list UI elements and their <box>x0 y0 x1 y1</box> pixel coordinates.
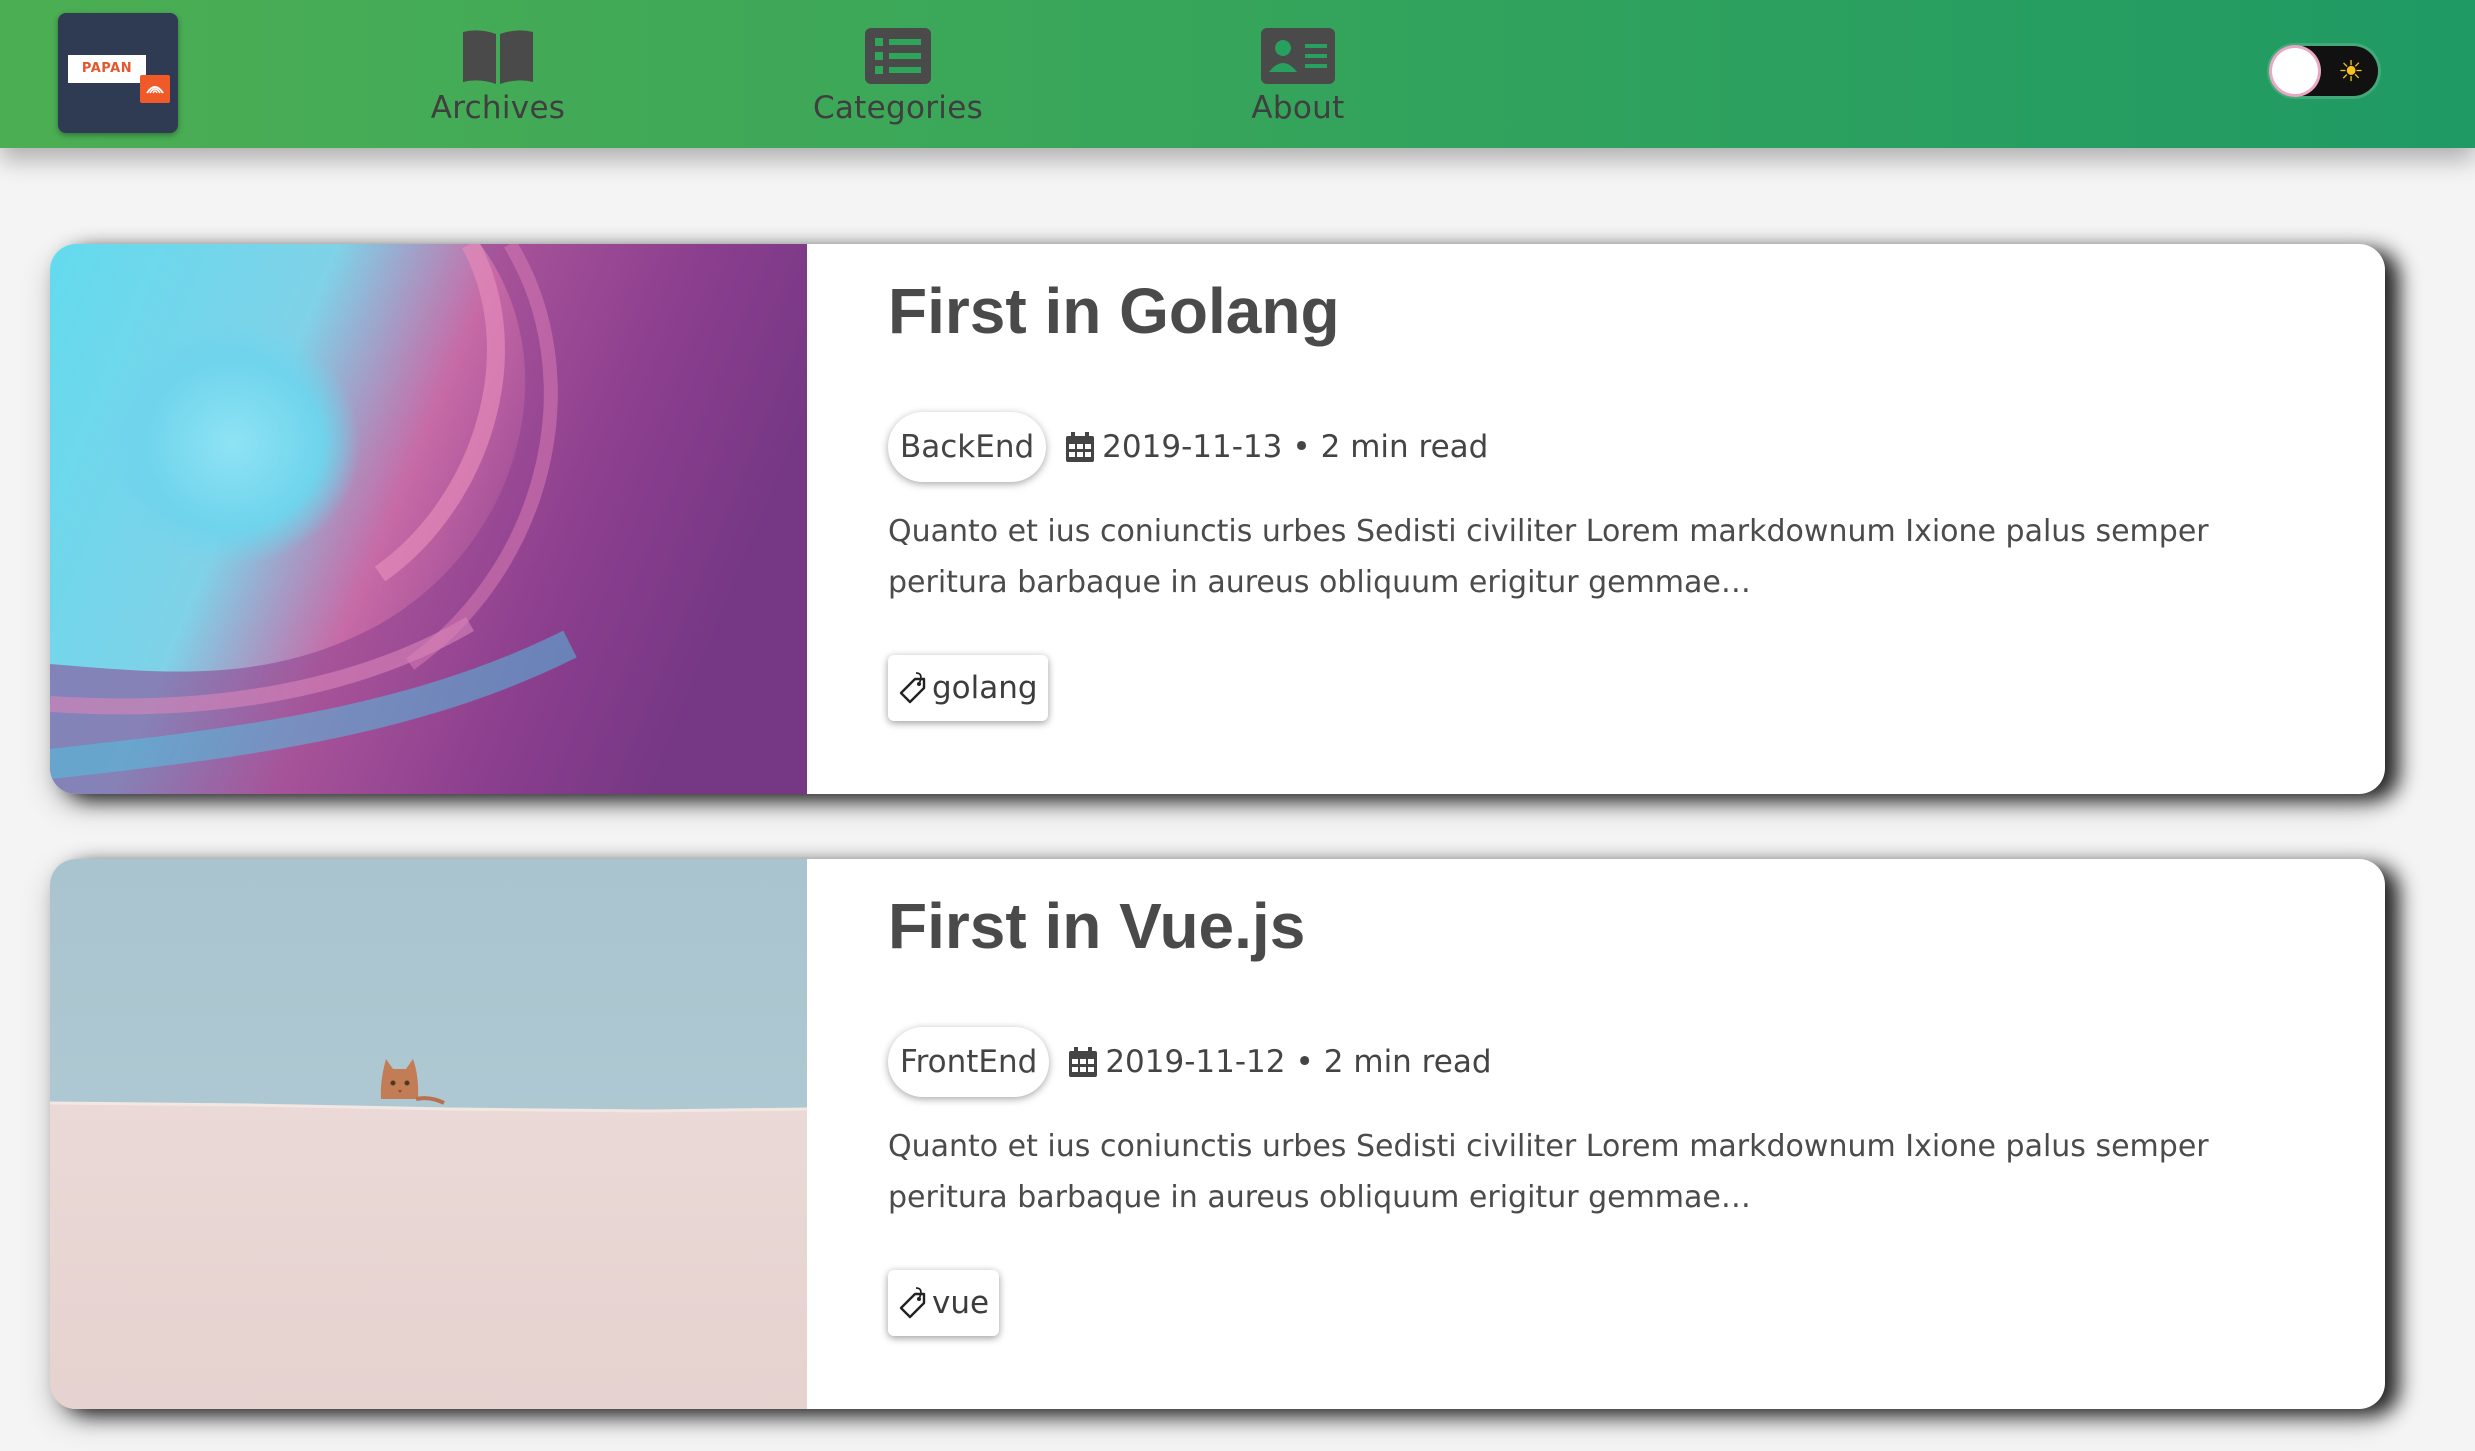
nav-archives-label: Archives <box>430 90 566 126</box>
toggle-knob <box>2272 48 2318 94</box>
post-meta: FrontEnd 2019-11-12 • 2 min read <box>888 1025 1492 1099</box>
calendar-icon <box>1069 1047 1098 1077</box>
id-card-icon <box>1261 28 1335 84</box>
calendar-icon <box>1066 432 1095 462</box>
category-pill[interactable]: FrontEnd <box>888 1027 1050 1097</box>
site-logo[interactable]: PAPAN <box>58 13 178 133</box>
book-open-icon <box>463 30 533 84</box>
nav-categories-label: Categories <box>812 90 984 126</box>
ocean-wave-image[interactable] <box>50 244 807 794</box>
logo-text: PAPAN <box>68 55 146 83</box>
tag-icon <box>899 1287 926 1319</box>
post-meta: BackEnd 2019-11-13 • 2 min read <box>888 410 1488 484</box>
post-card[interactable]: First in Vue.js FrontEnd 2019-11-12 • 2 … <box>50 859 2385 1409</box>
tag-chip[interactable]: vue <box>888 1270 1000 1336</box>
post-date: 2019-11-13 <box>1102 429 1283 465</box>
tag-label: vue <box>932 1285 990 1321</box>
tag-label: golang <box>932 670 1038 706</box>
post-title[interactable]: First in Vue.js <box>888 889 1305 963</box>
tag-chip[interactable]: golang <box>888 655 1048 721</box>
list-icon <box>865 28 931 84</box>
post-date: 2019-11-12 <box>1105 1044 1286 1080</box>
tag-icon <box>899 672 926 704</box>
logo-badge-icon <box>140 75 170 103</box>
post-card[interactable]: First in Golang BackEnd 2019-11-13 • 2 m… <box>50 244 2385 794</box>
meta-separator: • <box>1292 429 1311 465</box>
post-date-info: 2019-11-12 • 2 min read <box>1069 1044 1492 1080</box>
theme-toggle[interactable]: ☀ <box>2270 46 2378 96</box>
cat-behind-wall-image[interactable] <box>50 859 807 1409</box>
nav-about-label: About <box>1251 90 1345 126</box>
nav-archives[interactable]: Archives <box>383 28 613 126</box>
top-navigation-bar: PAPAN Archives Categories About ☀ <box>0 0 2475 148</box>
category-pill[interactable]: BackEnd <box>888 412 1047 482</box>
nav-about[interactable]: About <box>1183 28 1413 126</box>
post-title[interactable]: First in Golang <box>888 274 1340 348</box>
nav-categories[interactable]: Categories <box>783 28 1013 126</box>
post-date-info: 2019-11-13 • 2 min read <box>1066 429 1488 465</box>
sun-icon: ☀ <box>2338 54 2364 88</box>
post-excerpt: Quanto et ius coniunctis urbes Sedisti c… <box>888 1129 2209 1215</box>
meta-separator: • <box>1295 1044 1314 1080</box>
post-excerpt: Quanto et ius coniunctis urbes Sedisti c… <box>888 514 2209 600</box>
read-time: 2 min read <box>1320 429 1489 465</box>
read-time: 2 min read <box>1323 1044 1492 1080</box>
